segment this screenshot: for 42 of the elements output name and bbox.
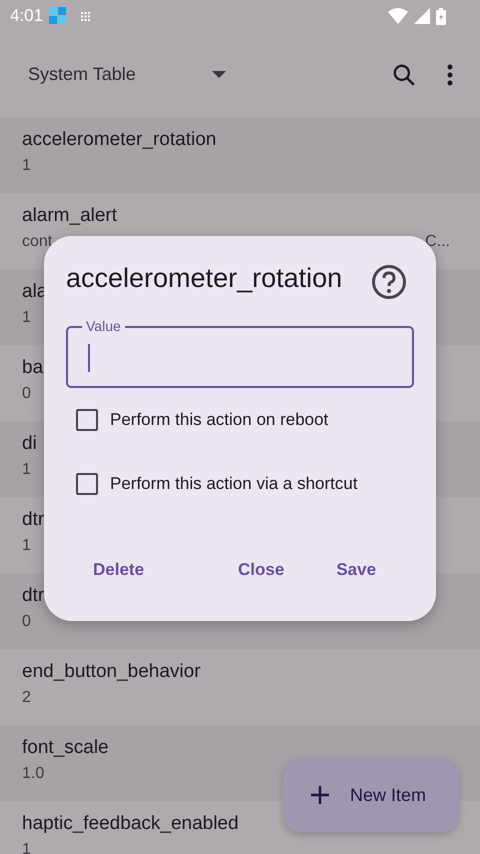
signal-icon bbox=[414, 8, 430, 24]
dialog-button[interactable]: Save bbox=[324, 550, 388, 590]
setting-value: 1 bbox=[22, 537, 31, 555]
grid-icon bbox=[81, 12, 90, 20]
caret-icon[interactable] bbox=[212, 71, 226, 78]
table-dropdown[interactable]: System Table bbox=[28, 64, 136, 85]
status-time: 4:01 bbox=[10, 6, 44, 26]
setting-value: 2 bbox=[22, 689, 31, 707]
setting-name: dtr bbox=[22, 585, 46, 607]
app-grid-icon bbox=[49, 7, 68, 25]
checkbox[interactable] bbox=[76, 409, 98, 431]
setting-value: 1 bbox=[22, 461, 31, 479]
setting-value: 1 bbox=[22, 157, 31, 175]
dialog-button[interactable]: Delete bbox=[81, 550, 156, 590]
setting-name: end_button_behavior bbox=[22, 661, 202, 683]
setting-name: font_scale bbox=[22, 737, 110, 759]
setting-value: C... bbox=[425, 233, 450, 251]
setting-value: 0 bbox=[22, 613, 31, 631]
checkbox-label: Perform this action on reboot bbox=[110, 410, 328, 430]
checkbox-label: Perform this action via a shortcut bbox=[110, 474, 358, 494]
setting-name: alarm_alert bbox=[22, 205, 118, 227]
search-icon[interactable] bbox=[391, 62, 417, 88]
more-icon[interactable] bbox=[447, 64, 453, 86]
setting-name: ba bbox=[22, 357, 44, 379]
dialog-title: accelerometer_rotation bbox=[66, 262, 344, 295]
setting-value: 1 bbox=[22, 309, 31, 327]
setting-value: cont bbox=[22, 233, 52, 251]
setting-name: di bbox=[22, 433, 38, 455]
setting-value: 1.0 bbox=[22, 765, 44, 783]
setting-value: 1 bbox=[22, 841, 31, 854]
dialog-button[interactable]: Close bbox=[226, 550, 296, 590]
setting-value: 0 bbox=[22, 385, 31, 403]
checkbox[interactable] bbox=[76, 473, 98, 495]
setting-name: haptic_feedback_enabled bbox=[22, 813, 240, 835]
help-icon[interactable] bbox=[371, 264, 407, 300]
wifi-icon bbox=[388, 8, 408, 24]
setting-name: accelerometer_rotation bbox=[22, 129, 218, 151]
plus-icon bbox=[310, 785, 330, 805]
field-label: Value bbox=[82, 318, 125, 334]
setting-name: dtr bbox=[22, 509, 46, 531]
new-item-button[interactable]: New Item bbox=[283, 758, 459, 832]
battery-icon bbox=[436, 8, 446, 24]
